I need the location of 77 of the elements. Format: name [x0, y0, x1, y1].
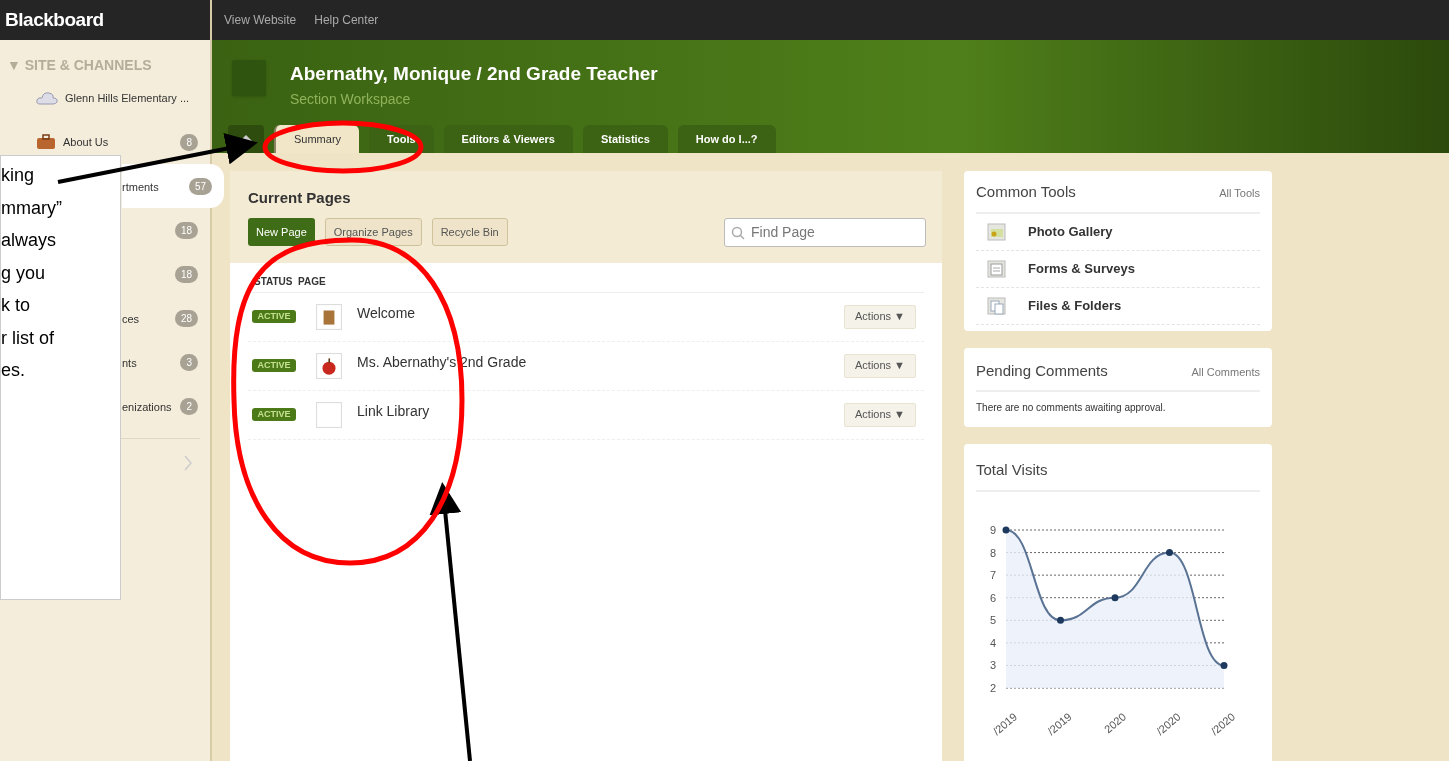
count-badge: 28 — [174, 309, 198, 327]
callout-text: g you — [1, 261, 46, 285]
sidebar-item[interactable]: Glenn Hills Elementary ... — [0, 86, 210, 110]
card-title: Common Tools — [976, 182, 1076, 202]
page-title: Abernathy, Monique / 2nd Grade Teacher — [290, 62, 658, 86]
search-field[interactable]: Find Page — [724, 217, 926, 247]
y-tick-label: 4 — [989, 636, 996, 649]
y-tick-label: 9 — [989, 524, 996, 536]
card-title: Total Visits — [976, 461, 1048, 478]
count-badge: 18 — [174, 265, 198, 283]
y-tick-label: 3 — [989, 659, 996, 672]
data-point — [1166, 549, 1173, 557]
tool-link[interactable]: Files & Folders — [1028, 295, 1122, 316]
tool-link[interactable]: Forms & Surveys — [1028, 258, 1135, 279]
section-title: Current Pages — [248, 188, 352, 208]
actions-button[interactable]: Actions ▼ — [844, 304, 916, 329]
tool-link[interactable]: Photo Gallery — [1028, 221, 1113, 242]
sidebar-item[interactable]: rtments 57 — [122, 164, 224, 208]
sidebar-item[interactable]: ces 28 — [122, 296, 210, 340]
search-icon — [731, 225, 745, 240]
form-icon — [986, 257, 1008, 280]
apple-icon — [316, 352, 342, 379]
count-badge: 3 — [180, 353, 198, 371]
sidebar-label: Glenn Hills Elementary ... — [65, 90, 190, 106]
column-header: PAGE — [298, 274, 326, 289]
sidebar-label: ces — [122, 313, 140, 325]
y-tick-label: 7 — [989, 569, 996, 582]
data-point — [1220, 661, 1228, 669]
cloud-icon — [36, 91, 58, 105]
status-badge: ACTIVE — [252, 408, 296, 421]
data-point — [1002, 526, 1010, 534]
toolbar-button[interactable]: Recycle Bin — [431, 218, 508, 246]
sidebar-label: enizations — [122, 401, 172, 413]
count-badge: 2 — [180, 397, 198, 415]
all-comments-link[interactable]: All Comments — [1191, 363, 1260, 380]
sidebar-label: About Us — [63, 134, 109, 150]
sidebar-label: nts — [122, 357, 137, 369]
actions-button[interactable]: Actions ▼ — [844, 353, 916, 378]
actions-button[interactable]: Actions ▼ — [844, 402, 916, 427]
callout-text: always — [1, 229, 57, 252]
page-name[interactable]: Link Library — [357, 400, 430, 422]
tab[interactable]: Statistics — [582, 125, 668, 153]
count-badge: 57 — [188, 177, 212, 195]
tab[interactable]: Editors & Viewers — [443, 125, 573, 153]
briefcase-icon — [36, 134, 56, 150]
sidebar-label: rtments — [122, 181, 159, 193]
blank-page-icon — [316, 401, 342, 428]
count-badge: 18 — [174, 221, 198, 239]
y-tick-label: 6 — [989, 591, 996, 604]
status-badge: ACTIVE — [252, 359, 296, 372]
all-tools-link[interactable]: All Tools — [1219, 185, 1260, 202]
callout-text: r list of — [1, 326, 54, 350]
page-subtitle: Section Workspace — [290, 89, 412, 109]
callout-text: mmary” — [1, 196, 62, 220]
count-badge: 8 — [180, 133, 198, 151]
data-point — [1111, 594, 1119, 602]
files-icon — [986, 294, 1008, 317]
book-icon — [316, 303, 342, 330]
page-name[interactable]: Welcome — [357, 302, 416, 324]
tab[interactable]: How do I...? — [677, 125, 776, 153]
y-tick-label: 8 — [989, 546, 996, 559]
y-tick-label: 5 — [989, 614, 996, 627]
top-link[interactable]: View Website — [224, 11, 297, 29]
sidebar-item[interactable]: enizations 2 — [122, 384, 210, 428]
callout-text: king — [1, 164, 35, 187]
toolbar-button[interactable]: New Page — [248, 218, 315, 246]
callout-text: k to — [1, 294, 30, 317]
photo-icon — [986, 220, 1008, 243]
card-title: Pending Comments — [976, 360, 1108, 381]
sidebar-item[interactable]: About Us 8 — [0, 130, 210, 154]
sidebar-item[interactable]: nts 3 — [122, 340, 210, 384]
top-link[interactable]: Help Center — [314, 11, 379, 29]
data-point — [1057, 616, 1064, 624]
empty-message: There are no comments awaiting approval. — [976, 401, 1167, 415]
y-tick-label: 2 — [989, 682, 996, 694]
status-badge: ACTIVE — [252, 310, 296, 323]
callout-text: es. — [1, 359, 25, 382]
